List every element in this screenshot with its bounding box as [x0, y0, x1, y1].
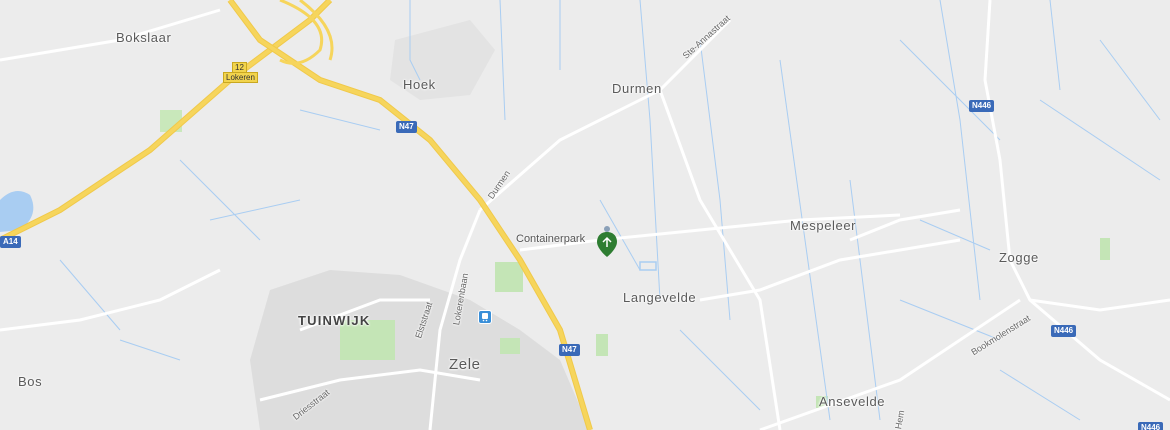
train-station-icon[interactable] [478, 310, 492, 324]
map-graphics [0, 0, 1170, 430]
road-shield-a14: A14 [0, 236, 21, 248]
park-center [500, 338, 520, 354]
place-label-bos: Bos [18, 374, 43, 389]
pond [639, 261, 657, 271]
place-label-zele: Zele [449, 356, 481, 373]
road-shield-n47-south: N47 [559, 344, 580, 356]
place-label-bokslaar: Bokslaar [116, 30, 172, 45]
roads [0, 0, 1170, 430]
place-label-durmen: Durmen [612, 81, 662, 96]
park-zogge [1100, 238, 1110, 260]
road-shield-partial: N446 [1138, 422, 1164, 430]
place-label-ansevelde: Ansevelde [819, 394, 886, 409]
place-label-tuinwijk: TUINWIJK [298, 313, 371, 328]
park-langevelde [596, 334, 608, 356]
place-label-zogge: Zogge [999, 250, 1039, 265]
waterways [59, 0, 1161, 421]
road-shield-n446-north: N446 [969, 100, 995, 112]
exit-shield-lokeren: Lokeren [223, 72, 258, 83]
road-shield-n47-north: N47 [396, 121, 417, 133]
poi-containerpark[interactable]: Containerpark [516, 225, 626, 270]
place-label-mespeleer: Mespeleer [790, 218, 857, 233]
map-canvas[interactable]: Bokslaar Hoek Durmen Mespeleer Zogge Lan… [0, 0, 1170, 430]
place-label-hoek: Hoek [403, 77, 436, 92]
poi-label: Containerpark [516, 233, 586, 245]
place-label-langevelde: Langevelde [623, 290, 697, 305]
road-shield-n446-east: N446 [1051, 325, 1077, 337]
